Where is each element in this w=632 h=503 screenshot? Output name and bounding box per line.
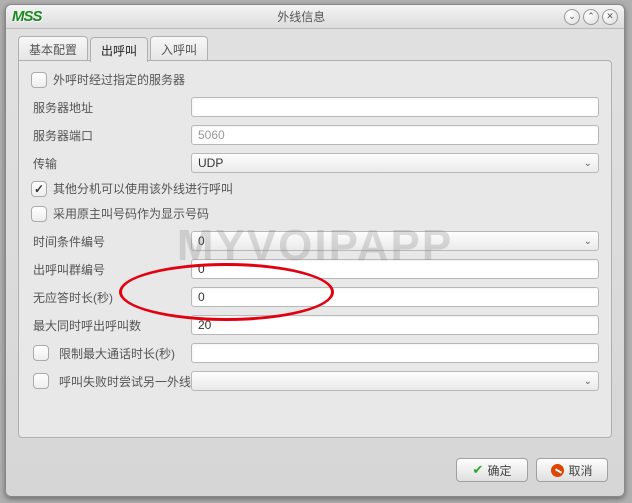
fail-try-other-label: 呼叫失败时尝试另一外线 bbox=[59, 373, 191, 390]
cancel-button[interactable]: 取消 bbox=[536, 458, 608, 482]
minimize-icon[interactable]: ⌄ bbox=[564, 9, 580, 25]
outcall-group-label: 出呼叫群编号 bbox=[31, 261, 191, 278]
via-specified-server-checkbox[interactable] bbox=[31, 72, 47, 88]
tab-outgoing-call[interactable]: 出呼叫 bbox=[90, 37, 148, 62]
no-answer-duration-input[interactable] bbox=[191, 287, 599, 307]
tab-incoming-call[interactable]: 入呼叫 bbox=[150, 36, 208, 61]
via-specified-server-label: 外呼时经过指定的服务器 bbox=[53, 71, 185, 88]
no-answer-duration-label: 无应答时长(秒) bbox=[31, 289, 191, 306]
use-original-caller-label: 采用原主叫号码作为显示号码 bbox=[53, 205, 209, 222]
close-icon[interactable]: ✕ bbox=[602, 9, 618, 25]
ok-button-label: 确定 bbox=[487, 462, 511, 479]
server-port-label: 服务器端口 bbox=[31, 127, 191, 144]
time-condition-label: 时间条件编号 bbox=[31, 233, 191, 250]
ok-button[interactable]: ✔ 确定 bbox=[456, 458, 528, 482]
max-concurrent-input[interactable] bbox=[191, 315, 599, 335]
tab-bar: 基本配置 出呼叫 入呼叫 bbox=[6, 29, 624, 60]
window-title: 外线信息 bbox=[42, 8, 561, 25]
allow-other-ext-checkbox[interactable] bbox=[31, 181, 47, 197]
tab-panel-outgoing: 外呼时经过指定的服务器 服务器地址 服务器端口 传输 UDP ⌄ 其他分机可以使… bbox=[18, 60, 612, 438]
server-address-label: 服务器地址 bbox=[31, 99, 191, 116]
dialog-footer: ✔ 确定 取消 bbox=[6, 450, 624, 496]
prohibit-icon bbox=[551, 464, 564, 477]
transport-select[interactable]: UDP ⌄ bbox=[191, 153, 599, 173]
fail-try-other-checkbox[interactable] bbox=[33, 373, 49, 389]
time-condition-value: 0 bbox=[198, 234, 205, 248]
limit-max-talk-checkbox[interactable] bbox=[33, 345, 49, 361]
server-address-input[interactable] bbox=[191, 97, 599, 117]
allow-other-ext-label: 其他分机可以使用该外线进行呼叫 bbox=[53, 180, 233, 197]
check-icon: ✔ bbox=[473, 462, 484, 478]
titlebar: MSS 外线信息 ⌄ ⌃ ✕ bbox=[6, 5, 624, 29]
cancel-button-label: 取消 bbox=[568, 462, 592, 479]
maximize-icon[interactable]: ⌃ bbox=[583, 9, 599, 25]
time-condition-select[interactable]: 0 ⌄ bbox=[191, 231, 599, 251]
outcall-group-input[interactable] bbox=[191, 259, 599, 279]
dialog-window: MSS 外线信息 ⌄ ⌃ ✕ 基本配置 出呼叫 入呼叫 外呼时经过指定的服务器 … bbox=[5, 4, 625, 497]
limit-max-talk-label: 限制最大通话时长(秒) bbox=[59, 345, 175, 362]
tab-basic[interactable]: 基本配置 bbox=[18, 36, 88, 61]
fail-try-other-select[interactable]: ⌄ bbox=[191, 371, 599, 391]
chevron-down-icon: ⌄ bbox=[584, 158, 592, 169]
transport-label: 传输 bbox=[31, 155, 191, 172]
chevron-down-icon: ⌄ bbox=[584, 376, 592, 387]
server-port-input[interactable] bbox=[191, 125, 599, 145]
app-icon: MSS bbox=[12, 8, 42, 25]
transport-value: UDP bbox=[198, 156, 223, 170]
chevron-down-icon: ⌄ bbox=[584, 236, 592, 247]
limit-max-talk-input[interactable] bbox=[191, 343, 599, 363]
max-concurrent-label: 最大同时呼出呼叫数 bbox=[31, 317, 191, 334]
use-original-caller-checkbox[interactable] bbox=[31, 206, 47, 222]
